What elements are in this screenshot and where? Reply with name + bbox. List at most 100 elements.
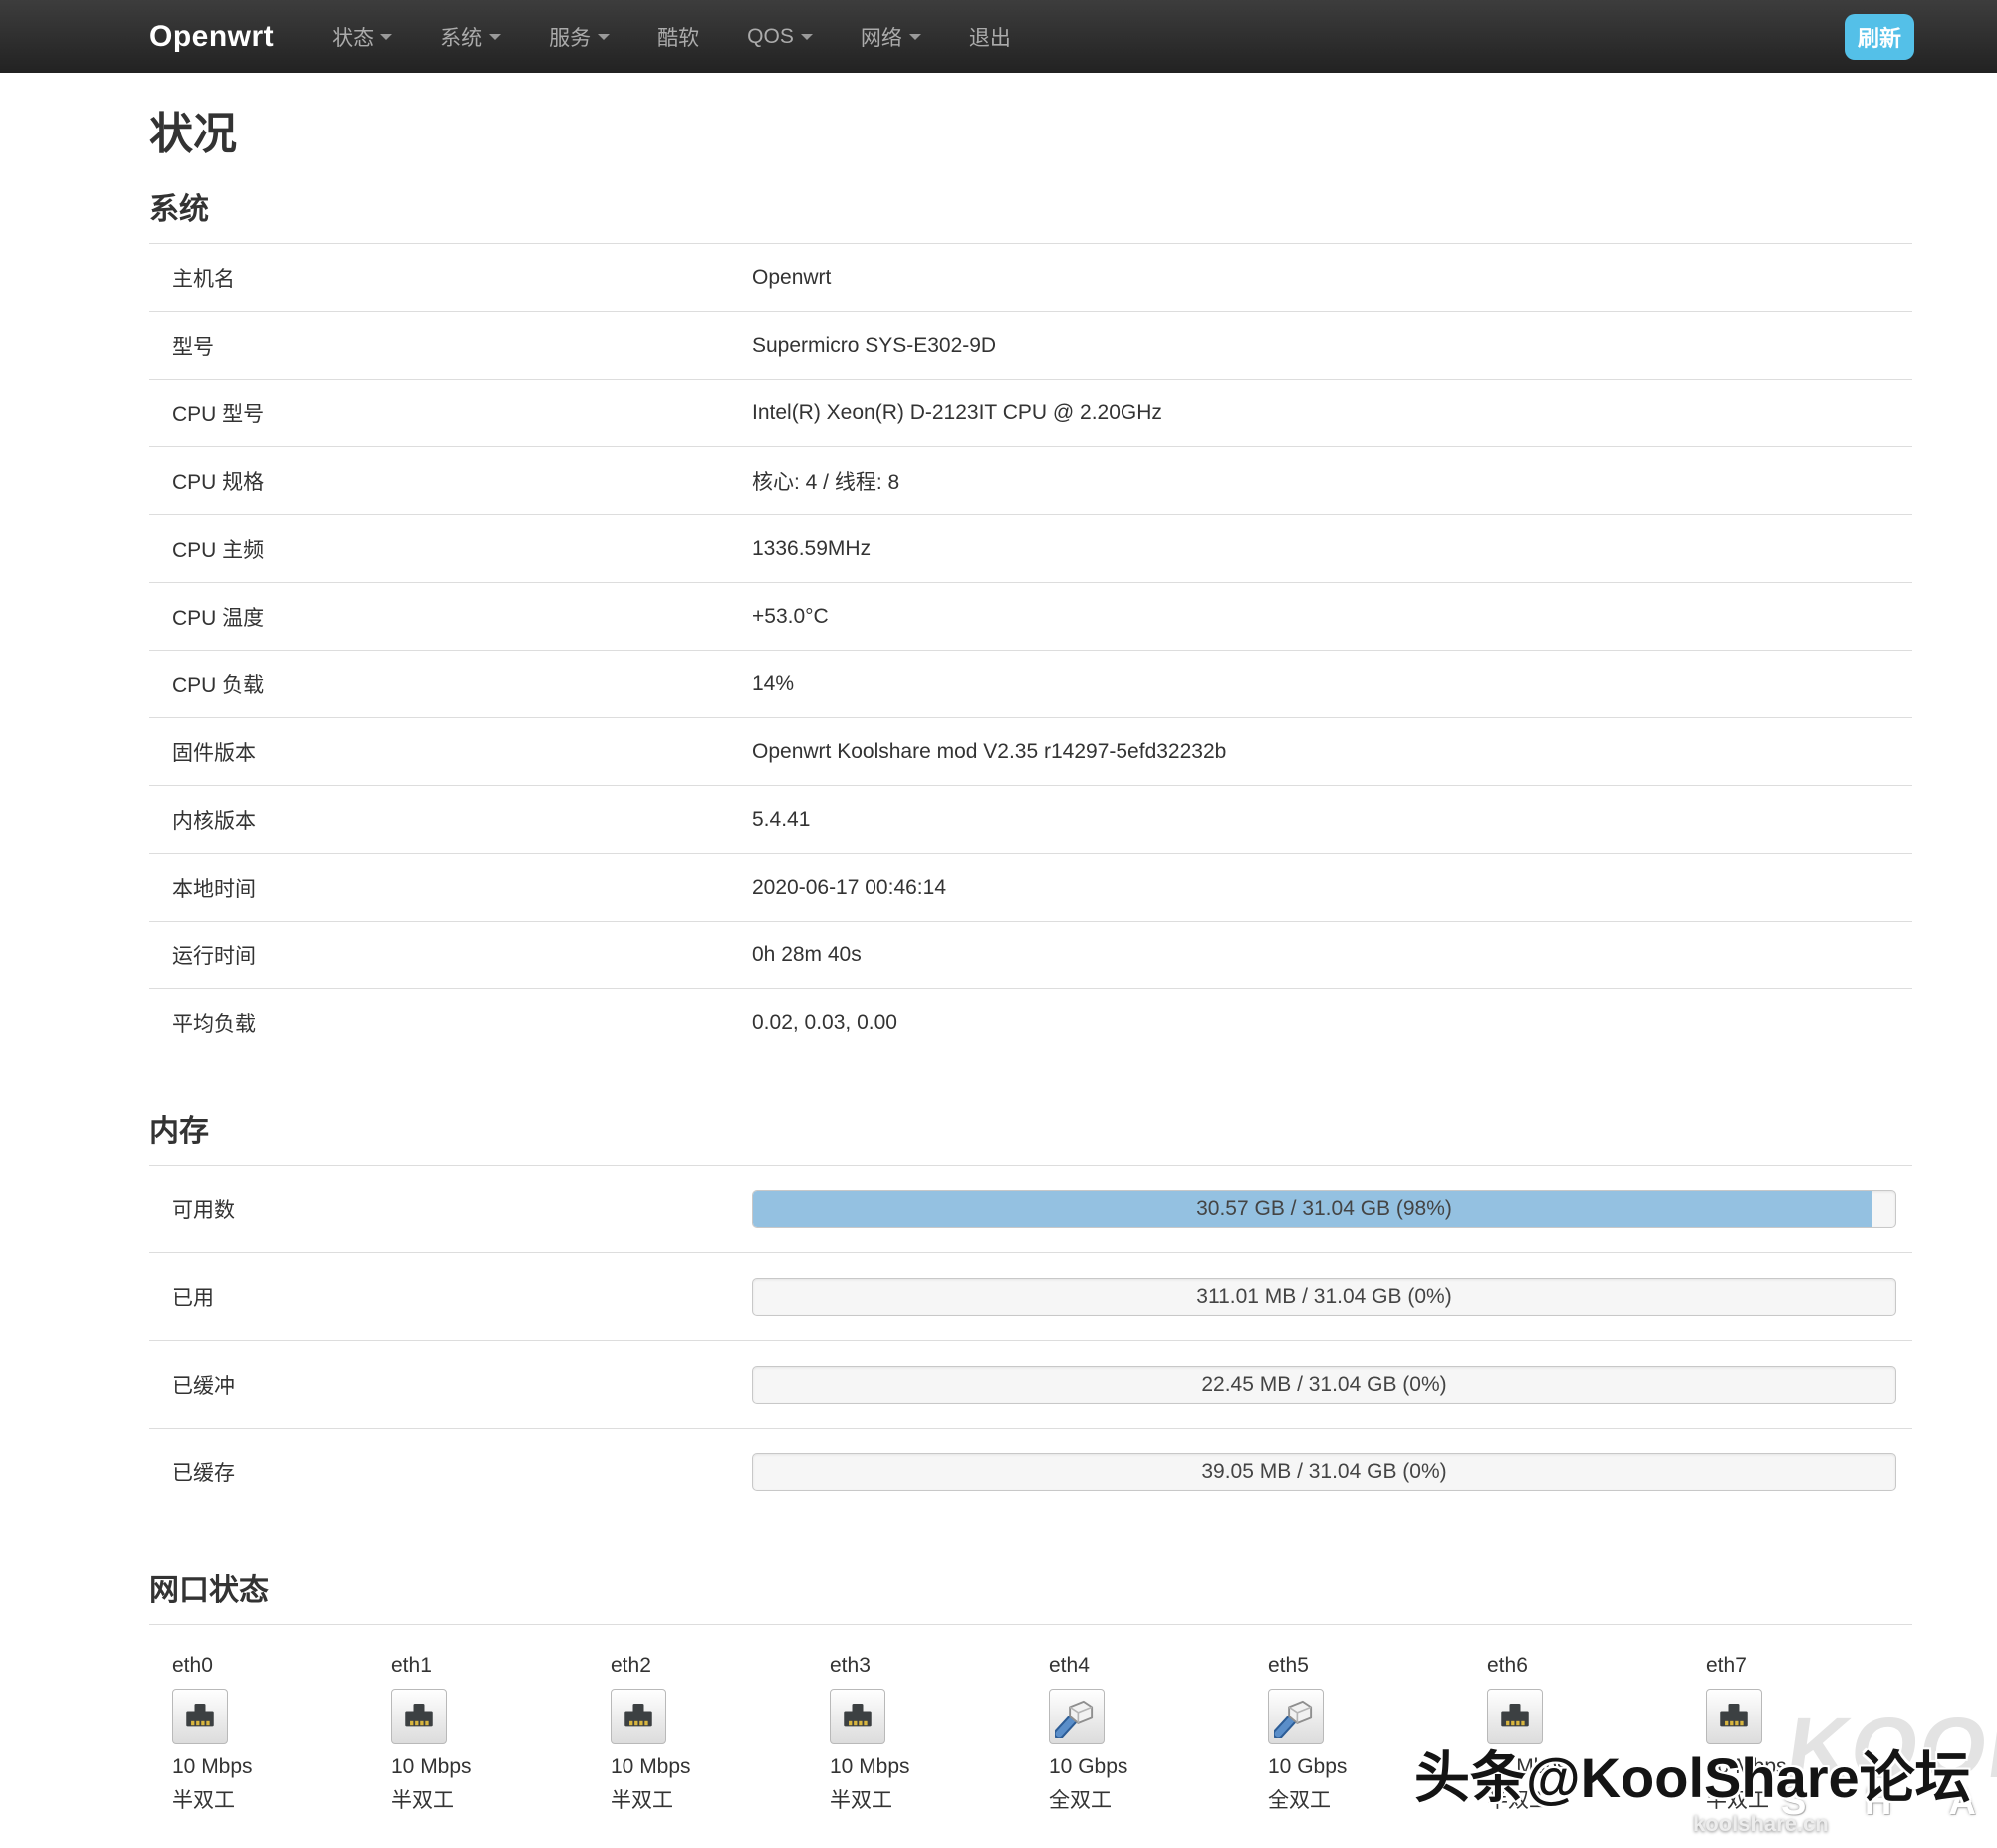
- ethernet-port-icon: [617, 1695, 660, 1738]
- chevron-down-icon: [801, 34, 813, 40]
- row-value: 2020-06-17 00:46:14: [752, 876, 1912, 900]
- table-row: 主机名 Openwrt: [149, 243, 1912, 311]
- row-value: 30.57 GB / 31.04 GB (98%): [752, 1190, 1912, 1228]
- system-table: 主机名 Openwrt 型号 Supermicro SYS-E302-9D CP…: [149, 243, 1912, 1056]
- ethernet-port-icon: [1712, 1695, 1756, 1738]
- nav-item[interactable]: 网络: [837, 0, 945, 73]
- row-value: Openwrt Koolshare mod V2.35 r14297-5efd3…: [752, 740, 1912, 764]
- port-duplex: 半双工: [391, 1784, 611, 1818]
- memory-row: 已缓存 39.05 MB / 31.04 GB (0%): [149, 1428, 1912, 1515]
- row-value: Supermicro SYS-E302-9D: [752, 334, 1912, 358]
- progressbar-text: 311.01 MB / 31.04 GB (0%): [753, 1279, 1895, 1315]
- port-speed: 10 Mbps: [830, 1750, 1049, 1784]
- row-label: CPU 规格: [149, 466, 752, 496]
- brand-logo[interactable]: Openwrt: [149, 20, 274, 54]
- table-row: CPU 温度 +53.0°C: [149, 582, 1912, 650]
- memory-section-heading: 内存: [149, 1106, 1912, 1150]
- table-row: 固件版本 Openwrt Koolshare mod V2.35 r14297-…: [149, 717, 1912, 785]
- table-row: CPU 规格 核心: 4 / 线程: 8: [149, 446, 1912, 514]
- progressbar-text: 22.45 MB / 31.04 GB (0%): [753, 1367, 1895, 1403]
- nav-item-label: 网络: [861, 22, 902, 52]
- nav-item[interactable]: 退出: [945, 0, 1035, 73]
- chevron-down-icon: [909, 34, 921, 40]
- row-label: 已缓冲: [149, 1370, 752, 1400]
- row-label: 主机名: [149, 263, 752, 293]
- port-speed: 10 Mbps: [172, 1750, 391, 1784]
- row-label: 可用数: [149, 1194, 752, 1224]
- row-label: 平均负载: [149, 1008, 752, 1038]
- nav-item[interactable]: QOS: [723, 0, 837, 73]
- port-item: eth3: [830, 1651, 1049, 1818]
- port-speed: 10 Mbps: [611, 1750, 830, 1784]
- memory-progressbar: 39.05 MB / 31.04 GB (0%): [752, 1453, 1896, 1491]
- nav-menu: 状态 系统 服务 酷软 QOS 网络 退出: [308, 0, 1035, 73]
- port-icon-box: [1049, 1689, 1105, 1744]
- row-value: 5.4.41: [752, 808, 1912, 832]
- table-row: 运行时间 0h 28m 40s: [149, 921, 1912, 988]
- nav-item-label: 系统: [440, 22, 482, 52]
- port-item: eth4: [1049, 1651, 1268, 1818]
- ethernet-connected-icon: [1274, 1695, 1318, 1738]
- memory-table: 可用数 30.57 GB / 31.04 GB (98%) 已用 311.01 …: [149, 1165, 1912, 1515]
- refresh-button[interactable]: 刷新: [1845, 14, 1914, 60]
- port-icon-box: [391, 1689, 447, 1744]
- port-name: eth4: [1049, 1651, 1268, 1681]
- table-row: CPU 负载 14%: [149, 650, 1912, 717]
- ethernet-connected-icon: [1055, 1695, 1099, 1738]
- port-name: eth3: [830, 1651, 1049, 1681]
- row-value: 22.45 MB / 31.04 GB (0%): [752, 1366, 1912, 1404]
- progressbar-text: 39.05 MB / 31.04 GB (0%): [753, 1454, 1895, 1490]
- port-name: eth1: [391, 1651, 611, 1681]
- table-row: CPU 型号 Intel(R) Xeon(R) D-2123IT CPU @ 2…: [149, 379, 1912, 446]
- port-name: eth2: [611, 1651, 830, 1681]
- nav-item-label: 服务: [549, 22, 591, 52]
- row-label: CPU 主频: [149, 534, 752, 564]
- memory-row: 已缓冲 22.45 MB / 31.04 GB (0%): [149, 1340, 1912, 1428]
- ethernet-port-icon: [178, 1695, 222, 1738]
- memory-progressbar: 22.45 MB / 31.04 GB (0%): [752, 1366, 1896, 1404]
- page-title: 状况: [149, 111, 1912, 158]
- watermark-site-text: koolshare.cn: [1693, 1811, 1829, 1837]
- row-value: Openwrt: [752, 266, 1912, 290]
- nav-item[interactable]: 状态: [308, 0, 416, 73]
- table-row: CPU 主频 1336.59MHz: [149, 514, 1912, 582]
- port-item: eth0: [172, 1651, 391, 1818]
- port-name: eth7: [1706, 1651, 1925, 1681]
- row-label: 已用: [149, 1282, 752, 1312]
- port-speed: 10 Gbps: [1049, 1750, 1268, 1784]
- row-value: 311.01 MB / 31.04 GB (0%): [752, 1278, 1912, 1316]
- chevron-down-icon: [489, 34, 501, 40]
- nav-item-label: 状态: [332, 22, 374, 52]
- nav-item-label: 退出: [969, 22, 1011, 52]
- nav-item[interactable]: 酷软: [633, 0, 723, 73]
- memory-row: 已用 311.01 MB / 31.04 GB (0%): [149, 1252, 1912, 1340]
- memory-progressbar: 311.01 MB / 31.04 GB (0%): [752, 1278, 1896, 1316]
- port-name: eth5: [1268, 1651, 1487, 1681]
- watermark-main-text: 头条@KoolShare论坛: [1414, 1733, 1971, 1814]
- row-value: 核心: 4 / 线程: 8: [752, 466, 1912, 496]
- nav-item[interactable]: 系统: [416, 0, 525, 73]
- row-value: +53.0°C: [752, 605, 1912, 629]
- table-row: 本地时间 2020-06-17 00:46:14: [149, 853, 1912, 921]
- ethernet-port-icon: [397, 1695, 441, 1738]
- port-icon-box: [611, 1689, 666, 1744]
- port-name: eth6: [1487, 1651, 1706, 1681]
- row-label: 固件版本: [149, 737, 752, 767]
- chevron-down-icon: [380, 34, 392, 40]
- row-label: CPU 负载: [149, 669, 752, 699]
- nav-item[interactable]: 服务: [525, 0, 633, 73]
- port-icon-box: [830, 1689, 885, 1744]
- memory-progressbar: 30.57 GB / 31.04 GB (98%): [752, 1190, 1896, 1228]
- top-navbar: Openwrt 状态 系统 服务 酷软 QOS 网络 退出: [0, 0, 1997, 73]
- port-speed: 10 Mbps: [391, 1750, 611, 1784]
- row-label: 型号: [149, 331, 752, 361]
- row-label: CPU 温度: [149, 602, 752, 632]
- port-duplex: 全双工: [1049, 1784, 1268, 1818]
- port-item: eth1: [391, 1651, 611, 1818]
- system-section-heading: 系统: [149, 184, 1912, 228]
- port-item: eth2: [611, 1651, 830, 1818]
- nav-item-label: 酷软: [657, 22, 699, 52]
- port-name: eth0: [172, 1651, 391, 1681]
- nav-item-label: QOS: [747, 25, 794, 49]
- chevron-down-icon: [598, 34, 610, 40]
